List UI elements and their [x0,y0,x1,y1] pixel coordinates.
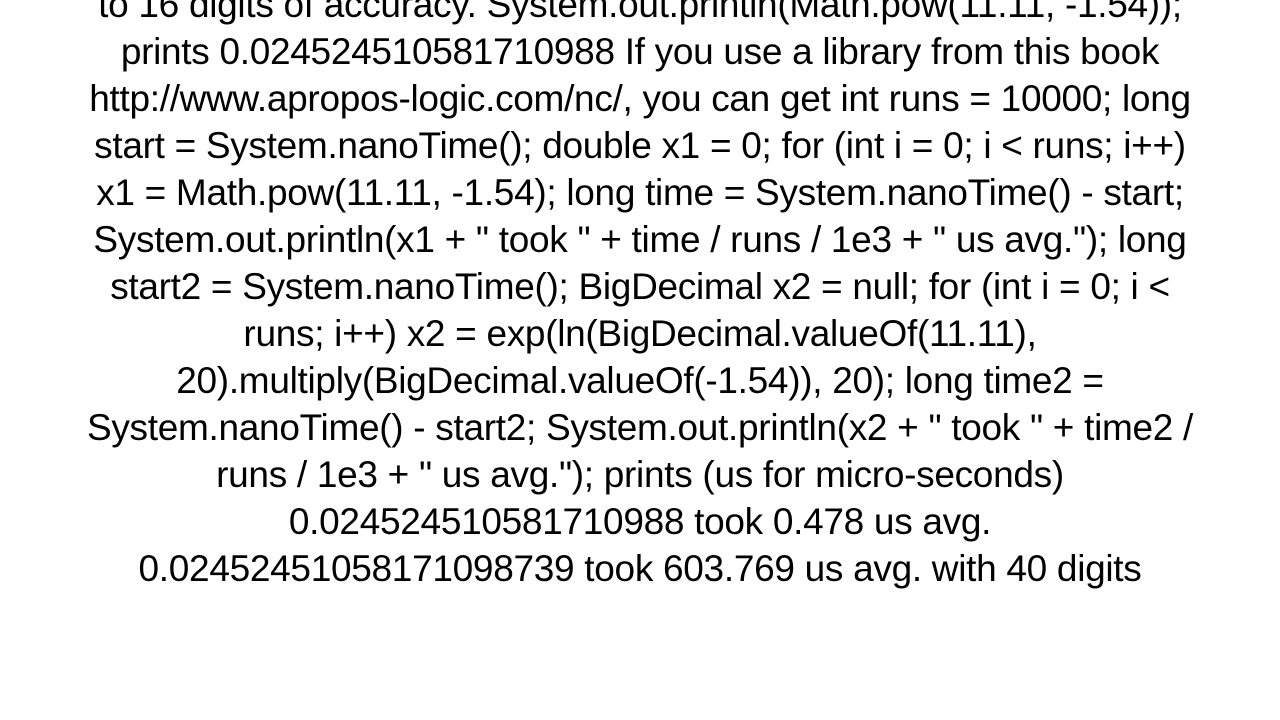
document-container: to 16 digits of accuracy. System.out.pri… [75,0,1205,593]
document-text: to 16 digits of accuracy. System.out.pri… [75,0,1205,593]
